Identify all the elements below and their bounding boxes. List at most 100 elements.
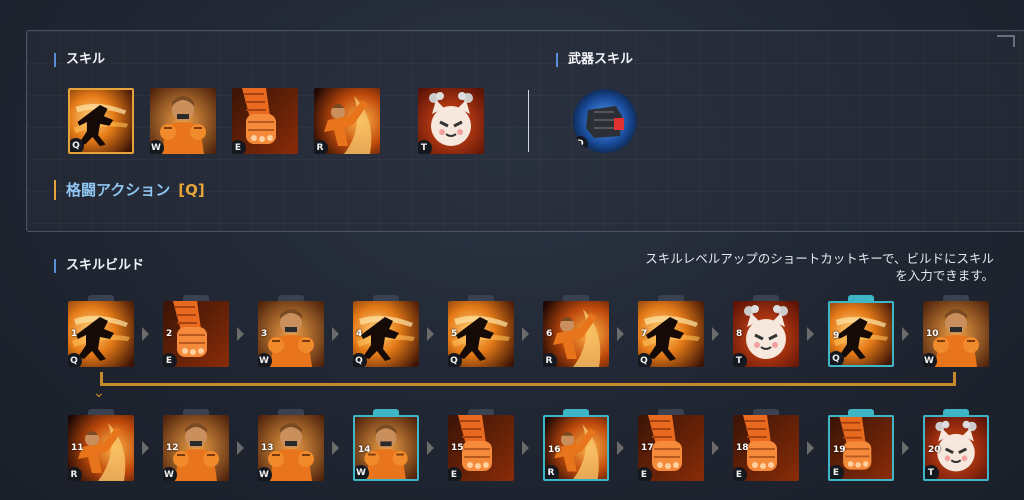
- build-step-number: 16: [548, 445, 561, 455]
- build-step-1[interactable]: 1Q: [68, 301, 134, 367]
- build-step-2[interactable]: 2E: [163, 301, 229, 367]
- build-step-20[interactable]: 20 T: [923, 415, 989, 481]
- build-step-5[interactable]: 5Q: [448, 301, 514, 367]
- skill-slot-t[interactable]: T: [418, 88, 484, 154]
- build-step-number: 19: [833, 445, 846, 455]
- hotkey-badge: Q: [638, 353, 652, 367]
- build-step-7[interactable]: 7Q: [638, 301, 704, 367]
- arrow-right-icon: [712, 441, 719, 455]
- hotkey-badge: E: [232, 140, 246, 154]
- hotkey-badge: Q: [70, 138, 84, 152]
- build-step-number: 7: [641, 329, 648, 339]
- build-step-14[interactable]: 14 W: [353, 415, 419, 481]
- hotkey-badge: R: [545, 465, 559, 479]
- arrow-right-icon: [332, 327, 339, 341]
- build-step-number: 4: [356, 329, 363, 339]
- hotkey-badge: R: [543, 353, 557, 367]
- arrow-right-icon: [522, 441, 529, 455]
- build-step-12[interactable]: 12 W: [163, 415, 229, 481]
- hotkey-badge: T: [925, 465, 939, 479]
- hotkey-badge: R: [68, 467, 82, 481]
- build-step-number: 8: [736, 329, 743, 339]
- build-step-number: 14: [358, 445, 371, 455]
- hotkey-badge: E: [733, 467, 747, 481]
- hotkey-badge: E: [448, 467, 462, 481]
- chevron-down-icon: ⌄: [93, 385, 105, 401]
- weapon-skill-slot-d[interactable]: D: [572, 88, 638, 154]
- arrow-right-icon: [332, 441, 339, 455]
- hotkey-badge: E: [163, 353, 177, 367]
- panel-corner-icon: [997, 35, 1015, 47]
- hotkey-badge: R: [314, 140, 328, 154]
- hotkey-badge: W: [258, 353, 272, 367]
- arrow-right-icon: [142, 441, 149, 455]
- arrow-right-icon: [807, 327, 814, 341]
- arrow-right-icon: [522, 327, 529, 341]
- skill-build-title: スキルビルド: [54, 259, 144, 273]
- build-step-number: 5: [451, 329, 458, 339]
- hotkey-badge: Q: [830, 351, 844, 365]
- build-step-number: 1: [71, 329, 78, 339]
- build-step-9[interactable]: 9Q: [828, 301, 894, 367]
- arrow-right-icon: [902, 327, 909, 341]
- build-hint-text: スキルレベルアップのショートカットキーで、ビルドにスキルを入力できます。: [645, 251, 994, 283]
- section-divider: [528, 90, 529, 152]
- build-step-number: 3: [261, 329, 268, 339]
- build-step-number: 9: [833, 331, 840, 341]
- build-step-4[interactable]: 4Q: [353, 301, 419, 367]
- build-step-13[interactable]: 13 W: [258, 415, 324, 481]
- build-step-18[interactable]: 18 E: [733, 415, 799, 481]
- build-step-number: 2: [166, 329, 173, 339]
- build-step-number: 18: [736, 443, 749, 453]
- build-step-number: 13: [261, 443, 274, 453]
- build-step-11[interactable]: 11 R: [68, 415, 134, 481]
- build-step-number: 17: [641, 443, 654, 453]
- arrow-right-icon: [237, 441, 244, 455]
- arrow-right-icon: [427, 441, 434, 455]
- arrow-right-icon: [617, 327, 624, 341]
- hotkey-badge: W: [163, 467, 177, 481]
- hotkey-badge: E: [830, 465, 844, 479]
- hotkey-badge: W: [355, 465, 369, 479]
- build-step-number: 11: [71, 443, 84, 453]
- hotkey-badge: Q: [353, 353, 367, 367]
- arrow-right-icon: [807, 441, 814, 455]
- arrow-right-icon: [142, 327, 149, 341]
- action-title: 格闘アクション [Q]: [54, 180, 205, 200]
- build-step-6[interactable]: 6R: [543, 301, 609, 367]
- skill-slot-e[interactable]: E: [232, 88, 298, 154]
- arrow-right-icon: [902, 441, 909, 455]
- hotkey-badge: Q: [448, 353, 462, 367]
- build-step-10[interactable]: 10 W: [923, 301, 989, 367]
- skill-slot-r[interactable]: R: [314, 88, 380, 154]
- hotkey-badge: W: [258, 467, 272, 481]
- build-step-16[interactable]: 16 R: [543, 415, 609, 481]
- skill-slot-q[interactable]: Q: [68, 88, 134, 154]
- build-step-number: 20: [928, 445, 941, 455]
- build-step-number: 12: [166, 443, 179, 453]
- build-step-number: 10: [926, 329, 939, 339]
- hotkey-badge: T: [733, 353, 747, 367]
- hotkey-badge: T: [418, 140, 432, 154]
- build-step-number: 6: [546, 329, 553, 339]
- skill-slot-w[interactable]: W: [150, 88, 216, 154]
- skills-title: スキル: [54, 53, 105, 67]
- build-step-15[interactable]: 15 E: [448, 415, 514, 481]
- build-step-19[interactable]: 19 E: [828, 415, 894, 481]
- hotkey-badge: W: [923, 353, 937, 367]
- build-step-3[interactable]: 3W: [258, 301, 324, 367]
- hotkey-badge: W: [150, 140, 164, 154]
- row-connector-line: [100, 372, 956, 386]
- hotkey-badge: D: [572, 136, 588, 152]
- action-key-label: [Q]: [178, 181, 205, 199]
- action-title-text: 格闘アクション: [66, 181, 171, 199]
- hotkey-badge: Q: [68, 353, 82, 367]
- arrow-right-icon: [427, 327, 434, 341]
- build-step-number: 15: [451, 443, 464, 453]
- build-step-8[interactable]: 8T: [733, 301, 799, 367]
- hotkey-badge: E: [638, 467, 652, 481]
- build-step-17[interactable]: 17 E: [638, 415, 704, 481]
- arrow-right-icon: [237, 327, 244, 341]
- arrow-right-icon: [712, 327, 719, 341]
- arrow-right-icon: [617, 441, 624, 455]
